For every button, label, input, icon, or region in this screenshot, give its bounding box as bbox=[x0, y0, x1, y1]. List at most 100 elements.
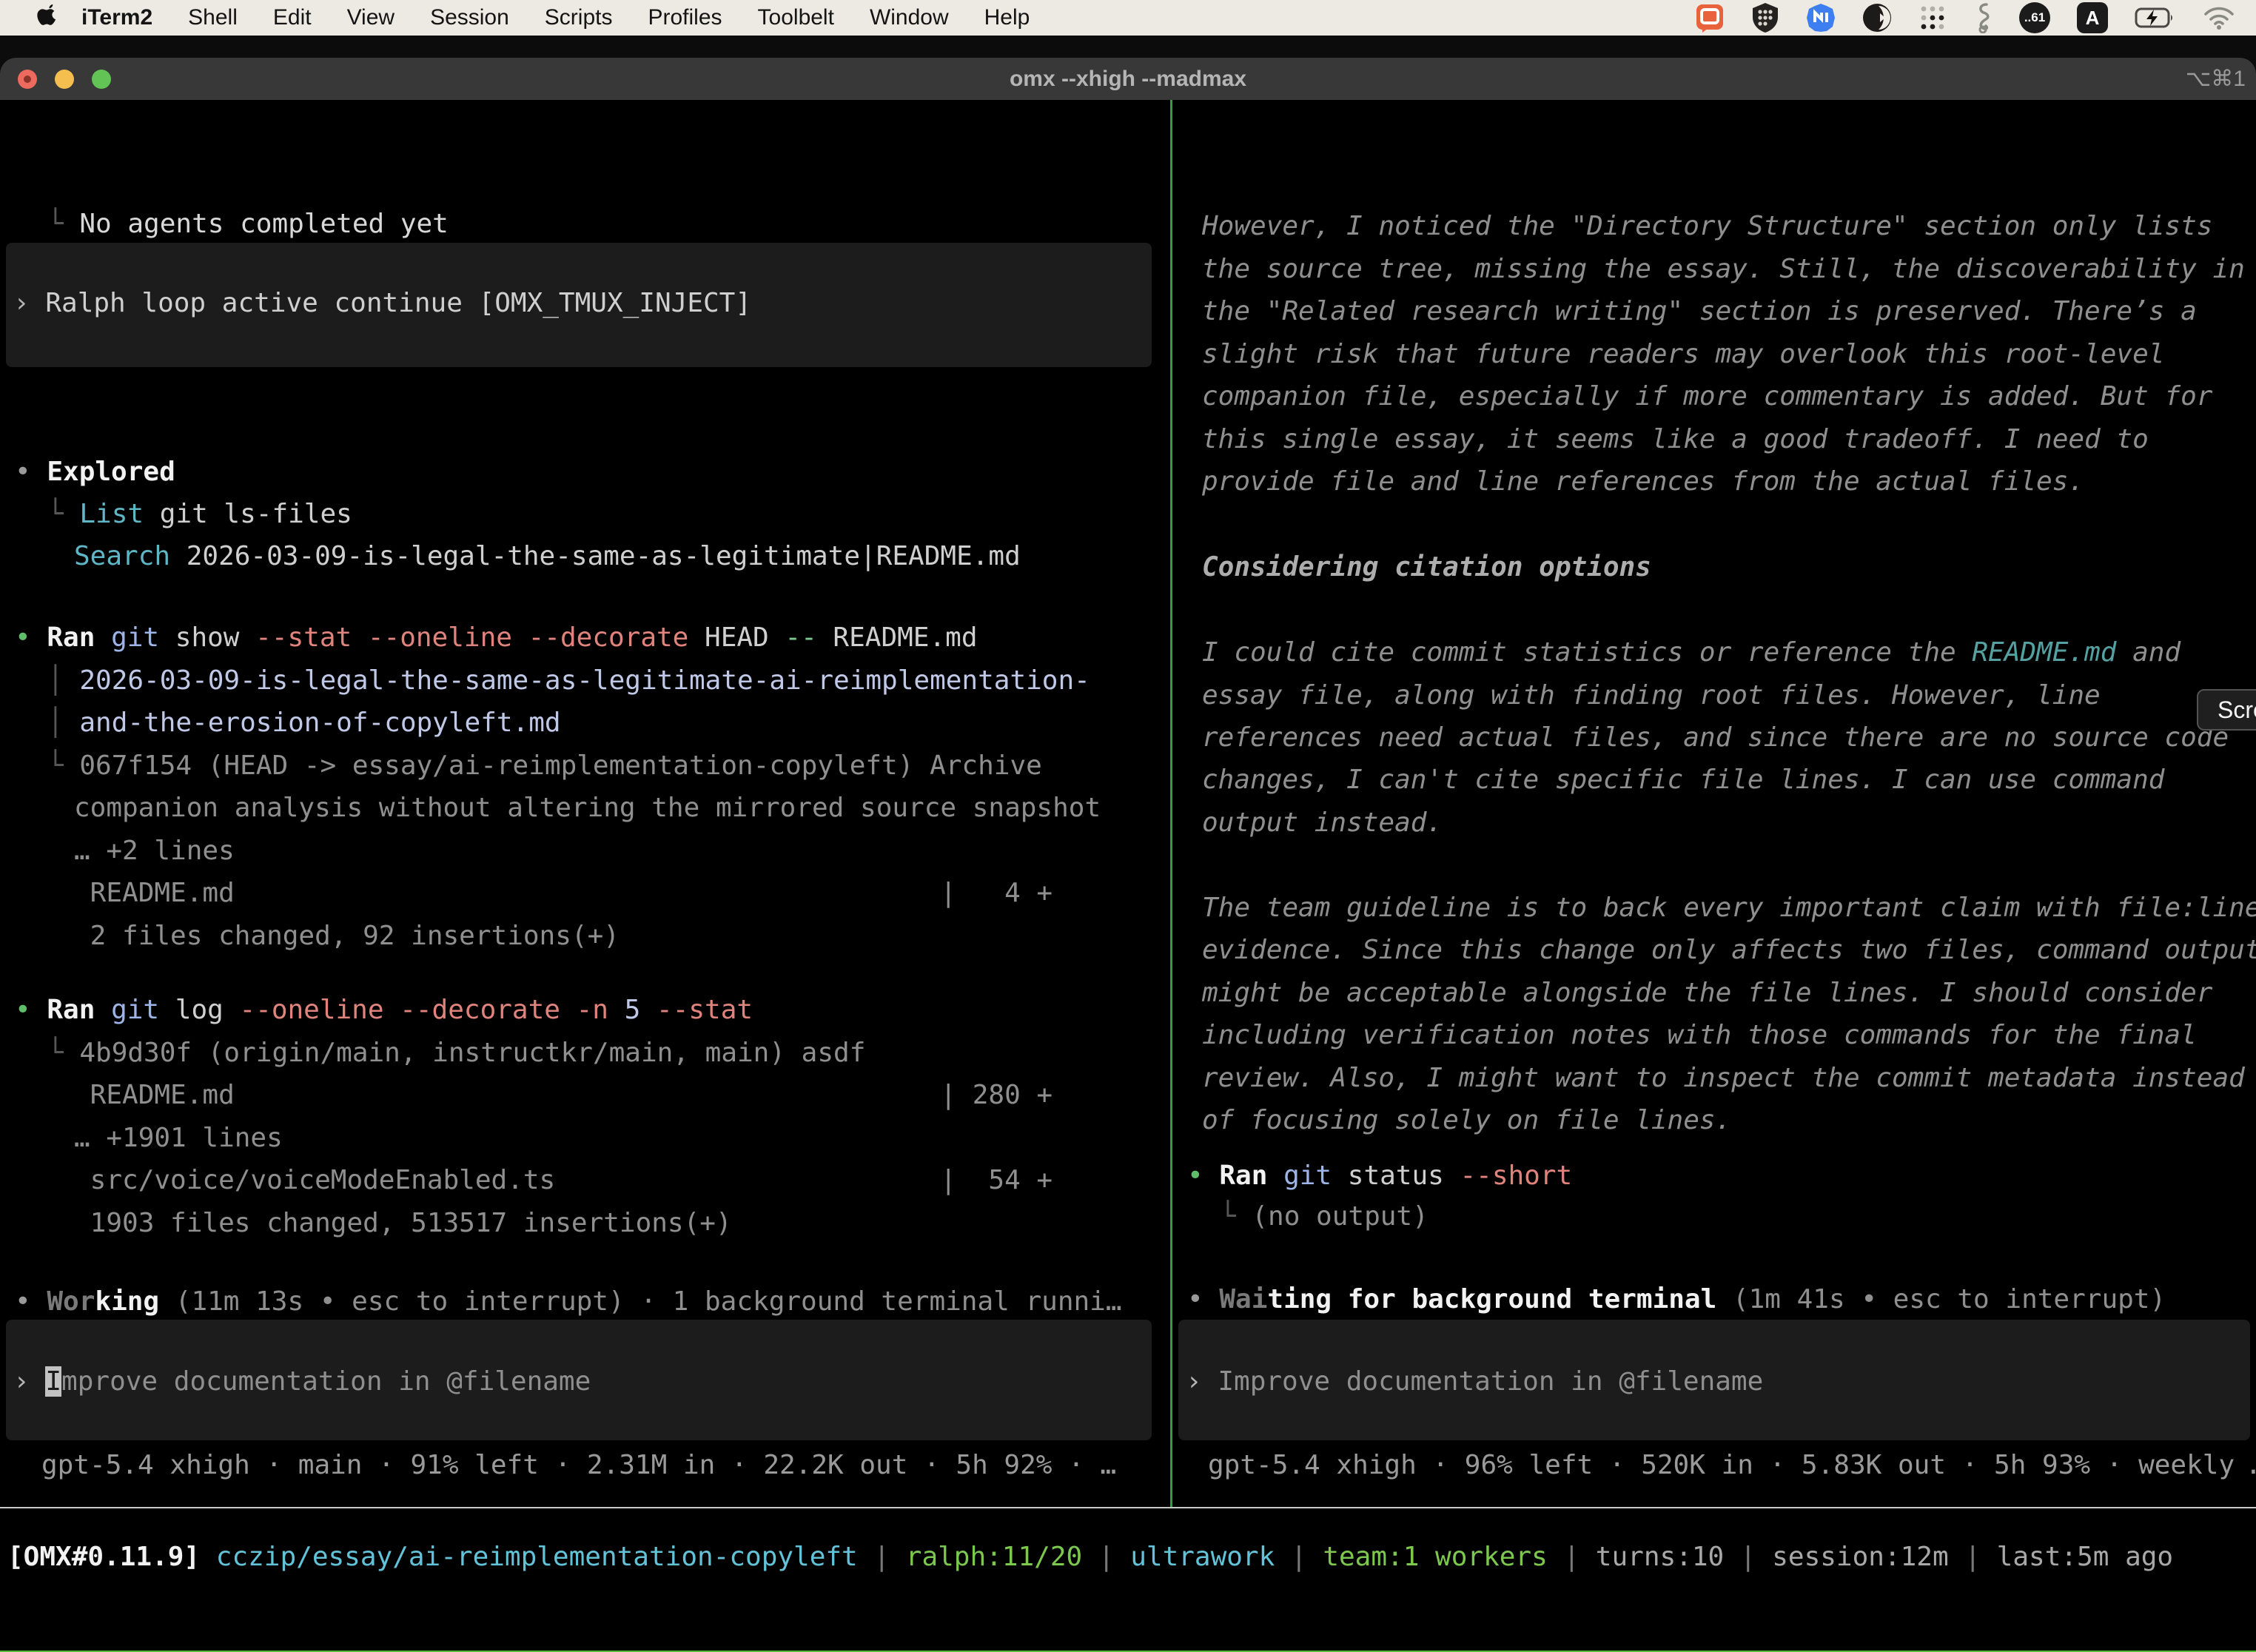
menu-item-iterm2[interactable]: iTerm2 bbox=[65, 5, 170, 30]
menu-item-session[interactable]: Session bbox=[412, 5, 527, 30]
close-button[interactable] bbox=[18, 70, 37, 89]
terminal-line: • Ran git log --oneline --decorate -n 5 … bbox=[15, 989, 753, 1032]
text-segment: gpt-5.4 xhigh · main · 91% left · 2.31M … bbox=[41, 1450, 1116, 1480]
text-segment: might be acceptable alongside the file l… bbox=[1202, 978, 2212, 1008]
text-segment: git ls-files bbox=[144, 499, 352, 529]
text-segment: git bbox=[111, 622, 175, 653]
text-segment: └ bbox=[47, 499, 79, 529]
text-segment: slight risk that future readers may over… bbox=[1202, 339, 2164, 369]
menu-item-edit[interactable]: Edit bbox=[255, 5, 329, 30]
terminal-pane-left[interactable]: └ No agents completed yet› Ralph loop ac… bbox=[0, 100, 1171, 1507]
text-segment: and-the-erosion-of-copyleft.md bbox=[79, 708, 560, 738]
a-key-label: A bbox=[2077, 2, 2108, 33]
minimize-button[interactable] bbox=[55, 70, 74, 89]
terminal-line: 2 files changed, 92 insertions(+) bbox=[74, 915, 620, 958]
text-segment: session:12m bbox=[1772, 1542, 1948, 1572]
text-segment: • bbox=[1187, 1284, 1219, 1314]
terminal-line: • Explored bbox=[15, 451, 175, 494]
text-segment: … +2 lines bbox=[74, 836, 235, 866]
squiggle-icon[interactable] bbox=[1973, 2, 1993, 33]
text-segment: | bbox=[1724, 1542, 1772, 1572]
text-segment: (1m 41s • esc to interrupt) bbox=[1716, 1284, 2166, 1314]
text-segment: | bbox=[858, 1542, 906, 1572]
text-segment: › bbox=[13, 288, 45, 318]
text-segment: • bbox=[1187, 1161, 1219, 1191]
menu-item-shell[interactable]: Shell bbox=[170, 5, 255, 30]
menu-items: iTerm2ShellEditViewSessionScriptsProfile… bbox=[65, 5, 1047, 30]
wifi-icon[interactable] bbox=[2203, 5, 2235, 30]
text-segment: ultrawork bbox=[1130, 1542, 1275, 1572]
terminal-line: … +1901 lines bbox=[74, 1117, 283, 1160]
text-segment: ralph:11/20 bbox=[906, 1542, 1082, 1572]
text-segment: including verification notes with those … bbox=[1202, 1020, 2197, 1050]
terminal-line: changes, I can't cite specific file line… bbox=[1202, 759, 2164, 802]
terminal-line: might be acceptable alongside the file l… bbox=[1202, 972, 2212, 1015]
text-segment: evidence. Since this change only affects… bbox=[1202, 935, 2256, 965]
text-segment: gpt-5.4 xhigh · 96% left · 520K in · 5.8… bbox=[1208, 1450, 2256, 1480]
omx-status-line: [OMX#0.11.9] cczip/essay/ai-reimplementa… bbox=[7, 1536, 2173, 1579]
text-segment: README.md bbox=[1972, 637, 2116, 668]
terminal-line: essay file, along with finding root file… bbox=[1202, 674, 2101, 717]
terminal-line: • Waiting for background terminal (1m 41… bbox=[1187, 1278, 2166, 1321]
terminal-line: Considering citation options bbox=[1202, 546, 1651, 589]
terminal-line: references need actual files, and since … bbox=[1202, 716, 2229, 759]
terminal-line: › Improve documentation in @filename bbox=[13, 1360, 591, 1403]
menu-status-icons: ..61 A bbox=[1695, 2, 2256, 33]
terminal-line: I could cite commit statistics or refere… bbox=[1202, 631, 2181, 674]
text-segment: -- bbox=[785, 622, 833, 653]
terminal-line: └ 067f154 (HEAD -> essay/ai-reimplementa… bbox=[47, 745, 1042, 788]
menu-item-profiles[interactable]: Profiles bbox=[630, 5, 739, 30]
text-segment: 067f154 (HEAD -> essay/ai-reimplementati… bbox=[79, 751, 1041, 781]
battery-icon[interactable] bbox=[2135, 7, 2176, 29]
blue-badge-icon[interactable] bbox=[1806, 3, 1836, 33]
shield-keypad-icon[interactable] bbox=[1751, 2, 1779, 33]
text-segment: companion file, especially if more comme… bbox=[1202, 381, 2212, 412]
menu-item-window[interactable]: Window bbox=[852, 5, 967, 30]
zoom-button[interactable] bbox=[92, 70, 111, 89]
chat-icon[interactable] bbox=[1695, 3, 1725, 33]
text-segment: README.md bbox=[833, 622, 977, 653]
menu-item-toolbelt[interactable]: Toolbelt bbox=[740, 5, 852, 30]
text-segment: log bbox=[175, 995, 240, 1025]
apple-menu[interactable] bbox=[36, 4, 58, 31]
terminal-line: README.md | 280 + bbox=[74, 1074, 1053, 1117]
text-segment: … +1901 lines bbox=[74, 1123, 283, 1153]
text-segment: 5 bbox=[625, 995, 657, 1025]
terminal-line: … +2 lines bbox=[74, 830, 235, 873]
text-segment: 2 files changed, 92 insertions(+) bbox=[74, 921, 620, 951]
text-segment: I bbox=[45, 1366, 61, 1397]
text-segment: --stat bbox=[657, 995, 753, 1025]
text-segment: └ bbox=[47, 751, 79, 781]
window-titlebar[interactable]: omx --xhigh --madmax ⌥⌘1 bbox=[0, 58, 2256, 100]
text-segment: 4b9d30f (origin/main, instructkr/main, m… bbox=[79, 1038, 865, 1068]
text-segment: | bbox=[1548, 1542, 1596, 1572]
terminal-area: └ No agents completed yet› Ralph loop ac… bbox=[0, 100, 2256, 1652]
iterm-window: omx --xhigh --madmax ⌥⌘1 └ No agents com… bbox=[0, 58, 2256, 1652]
menu-item-scripts[interactable]: Scripts bbox=[527, 5, 631, 30]
terminal-line: this single essay, it seems like a good … bbox=[1202, 418, 2149, 461]
terminal-line: evidence. Since this change only affects… bbox=[1202, 929, 2256, 972]
text-segment: status bbox=[1348, 1161, 1460, 1191]
text-segment: › bbox=[13, 1366, 45, 1397]
menu-item-view[interactable]: View bbox=[329, 5, 412, 30]
menu-item-help[interactable]: Help bbox=[967, 5, 1048, 30]
terminal-line: src/voice/voiceModeEnabled.ts | 54 + bbox=[74, 1159, 1053, 1202]
dots-grid-icon[interactable] bbox=[1918, 4, 1947, 32]
text-segment: turns:10 bbox=[1596, 1542, 1724, 1572]
window-title: omx --xhigh --madmax bbox=[1010, 67, 1246, 92]
text-segment: src/voice/voiceModeEnabled.ts | 54 + bbox=[74, 1165, 1053, 1195]
text-segment: Wai bbox=[1219, 1284, 1267, 1314]
text-segment: └ bbox=[1220, 1201, 1252, 1232]
terminal-line: • Working (11m 13s • esc to interrupt) ·… bbox=[15, 1280, 1122, 1323]
dark-crescent-icon[interactable] bbox=[1862, 3, 1892, 33]
counter-badge-icon[interactable]: ..61 bbox=[2019, 2, 2050, 33]
terminal-line: • Ran git show --stat --oneline --decora… bbox=[15, 617, 978, 659]
text-segment: --stat --oneline --decorate bbox=[255, 622, 705, 653]
terminal-line: Search 2026-03-09-is-legal-the-same-as-l… bbox=[74, 535, 1021, 578]
terminal-line: └ (no output) bbox=[1220, 1195, 1429, 1238]
terminal-pane-right[interactable]: However, I noticed the "Directory Struct… bbox=[1172, 100, 2256, 1507]
text-segment: review. Also, I might want to inspect th… bbox=[1202, 1063, 2245, 1093]
terminal-line: │ and-the-erosion-of-copyleft.md bbox=[47, 702, 561, 745]
a-key-icon[interactable]: A bbox=[2077, 2, 2108, 33]
text-segment: | bbox=[1275, 1542, 1323, 1572]
